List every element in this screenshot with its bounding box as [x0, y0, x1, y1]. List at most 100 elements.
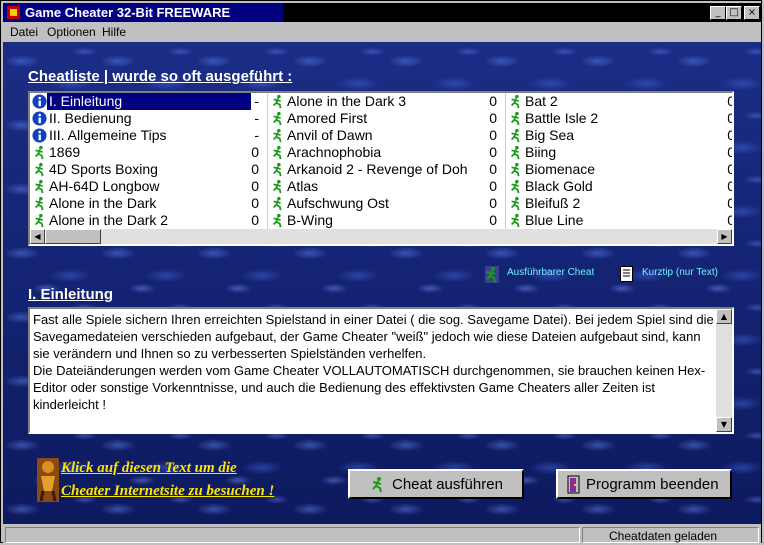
- runner-icon: [372, 477, 382, 493]
- legend-executable-label: Ausführbarer Cheat: [507, 267, 595, 278]
- cheat-run-count: 0: [727, 127, 732, 144]
- runner-icon: [270, 162, 286, 177]
- info-icon: [32, 128, 48, 143]
- runner-icon: [32, 145, 48, 160]
- cheat-name: Anvil of Dawn: [287, 127, 373, 143]
- cheat-list-item[interactable]: III. Allgemeine Tips -: [30, 127, 267, 144]
- cheat-run-count: 0: [727, 93, 732, 110]
- character-logo-icon: [37, 458, 59, 502]
- cheat-list-item[interactable]: Anvil of Dawn 0: [268, 127, 505, 144]
- cheat-list-item[interactable]: Blue Line 0: [506, 212, 732, 229]
- cheat-list-item[interactable]: 1869 0: [30, 144, 267, 161]
- scroll-thumb[interactable]: [45, 229, 101, 244]
- info-icon: [32, 111, 48, 126]
- maximize-button[interactable]: □: [726, 6, 742, 20]
- cheat-run-count: 0: [727, 212, 732, 229]
- status-message: Cheatdaten geladen: [609, 529, 718, 543]
- cheat-list-item[interactable]: Battle Isle 2 0: [506, 110, 732, 127]
- website-link-line2[interactable]: Cheater Internetsite zu besuchen !: [61, 483, 274, 500]
- cheat-name: AH-64D Longbow: [49, 178, 160, 194]
- cheat-name: 1869: [49, 144, 81, 160]
- cheat-name: Bleifuß 2: [525, 195, 581, 211]
- cheat-name: Bat 2: [525, 93, 558, 109]
- cheat-name: Arkanoid 2 - Revenge of Doh: [287, 161, 468, 177]
- runner-icon: [270, 213, 286, 228]
- cheat-list-item[interactable]: Black Gold 0: [506, 178, 732, 195]
- cheat-run-count: 0: [489, 110, 497, 126]
- cheat-list-item[interactable]: B-Wing 0: [268, 212, 505, 229]
- cheat-name: Blue Line: [525, 212, 584, 228]
- horizontal-scrollbar[interactable]: ◀ ▶: [30, 229, 732, 244]
- cheat-list-item[interactable]: AH-64D Longbow 0: [30, 178, 267, 195]
- note-legend-icon: [620, 266, 633, 282]
- cheat-list-column: Bat 20Battle Isle 20Big Sea0Biing0Biomen…: [506, 93, 732, 229]
- cheat-run-count: 0: [727, 195, 732, 212]
- cheat-run-count: 0: [251, 178, 259, 194]
- cheat-run-count: -: [254, 110, 259, 126]
- title-bar[interactable]: Game Cheater 32-Bit FREEWARE _ □ ×: [3, 3, 761, 22]
- cheat-list-item[interactable]: Big Sea 0: [506, 127, 732, 144]
- cheat-list-item[interactable]: Amored First 0: [268, 110, 505, 127]
- run-cheat-button[interactable]: Cheat ausführen: [348, 469, 524, 499]
- status-panel-right: Cheatdaten geladen: [582, 527, 759, 543]
- runner-icon: [508, 196, 524, 211]
- cheat-run-count: 0: [251, 144, 259, 160]
- scroll-right-icon[interactable]: ▶: [717, 229, 732, 244]
- cheat-run-count: 0: [489, 178, 497, 194]
- cheat-name: II. Bedienung: [49, 110, 132, 126]
- run-cheat-label: Cheat ausführen: [392, 476, 503, 493]
- cheat-run-count: 0: [251, 195, 259, 211]
- cheat-name: Big Sea: [525, 127, 575, 143]
- runner-icon: [508, 213, 524, 228]
- minimize-button[interactable]: _: [710, 6, 726, 20]
- cheat-list-item[interactable]: Aufschwung Ost 0: [268, 195, 505, 212]
- legend-tip-label: Kurztip (nur Text): [642, 267, 718, 278]
- menu-optionen[interactable]: Optionen: [47, 25, 96, 39]
- cheat-run-count: 0: [489, 127, 497, 143]
- cheat-list-item[interactable]: Alone in the Dark 3 0: [268, 93, 505, 110]
- cheat-list-item[interactable]: Biing 0: [506, 144, 732, 161]
- cheat-list-item[interactable]: Bleifuß 2 0: [506, 195, 732, 212]
- cheat-run-count: 0: [489, 212, 497, 228]
- cheat-list-item[interactable]: I. Einleitung -: [30, 93, 267, 110]
- runner-legend-icon: [485, 266, 499, 283]
- cheat-name: Aufschwung Ost: [287, 195, 389, 211]
- menu-bar: Datei Optionen Hilfe: [3, 22, 761, 42]
- cheat-name: Atlas: [287, 178, 319, 194]
- runner-icon: [508, 145, 524, 160]
- cheat-list-item[interactable]: 4D Sports Boxing 0: [30, 161, 267, 178]
- cheat-list-item[interactable]: Alone in the Dark 0: [30, 195, 267, 212]
- vertical-scrollbar[interactable]: ▲ ▼: [716, 309, 732, 432]
- scroll-up-icon[interactable]: ▲: [716, 309, 732, 324]
- runner-icon: [270, 128, 286, 143]
- cheat-list-item[interactable]: II. Bedienung -: [30, 110, 267, 127]
- scroll-left-icon[interactable]: ◀: [30, 229, 45, 244]
- cheat-name: I. Einleitung: [47, 93, 251, 110]
- close-button[interactable]: ×: [744, 6, 760, 20]
- menu-datei[interactable]: Datei: [10, 25, 38, 39]
- cheat-list-item[interactable]: Arachnophobia 0: [268, 144, 505, 161]
- description-text: Fast alle Spiele sichern Ihren erreichte…: [33, 311, 715, 413]
- door-exit-icon: [567, 475, 580, 494]
- status-panel-left: [5, 527, 580, 543]
- description-textarea[interactable]: Fast alle Spiele sichern Ihren erreichte…: [28, 307, 734, 434]
- runner-icon: [32, 196, 48, 211]
- cheat-name: B-Wing: [287, 212, 333, 228]
- cheat-list-item[interactable]: Bat 2 0: [506, 93, 732, 110]
- cheat-run-count: 0: [727, 110, 732, 127]
- cheat-list-item[interactable]: Biomenace 0: [506, 161, 732, 178]
- cheat-list-item[interactable]: Alone in the Dark 2 0: [30, 212, 267, 229]
- exit-program-button[interactable]: Programm beenden: [556, 469, 732, 499]
- cheat-list-item[interactable]: Atlas 0: [268, 178, 505, 195]
- cheat-list-column: I. Einleitung - II. Bedienung - III. Allgeme…: [30, 93, 268, 229]
- website-link-line1[interactable]: Klick auf diesen Text um die: [61, 460, 237, 477]
- cheat-list-item[interactable]: Arkanoid 2 - Revenge of Doh 0: [268, 161, 505, 178]
- cheat-list[interactable]: I. Einleitung - II. Bedienung - III. Allgeme…: [28, 91, 734, 246]
- cheat-list-column: Alone in the Dark 3 0 Amored First 0 Anvil o…: [268, 93, 506, 229]
- menu-hilfe[interactable]: Hilfe: [102, 25, 126, 39]
- runner-icon: [270, 196, 286, 211]
- scroll-down-icon[interactable]: ▼: [716, 417, 732, 432]
- cheat-name: Biing: [525, 144, 557, 160]
- runner-icon: [508, 179, 524, 194]
- cheat-name: III. Allgemeine Tips: [49, 127, 167, 143]
